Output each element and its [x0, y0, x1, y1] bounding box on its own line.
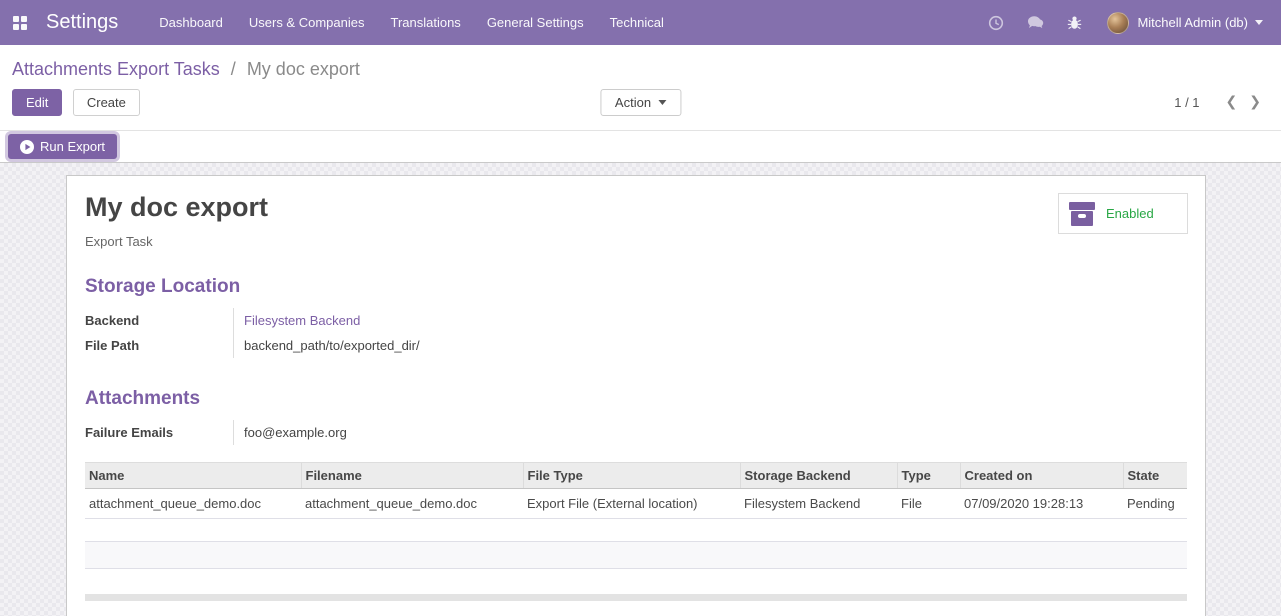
field-value-backend-link[interactable]: Filesystem Backend	[233, 308, 1187, 334]
col-header-type[interactable]: Type	[896, 462, 960, 490]
apps-menu-button[interactable]	[0, 0, 40, 45]
control-panel: Attachments Export Tasks / My doc export…	[0, 45, 1281, 130]
pager-previous-button[interactable]: ❮	[1220, 94, 1244, 110]
section-heading-storage-location: Storage Location	[85, 276, 241, 298]
activity-clock-icon[interactable]	[977, 0, 1015, 45]
field-label-failure-emails: Failure Emails	[85, 425, 174, 441]
breadcrumb-current: My doc export	[246, 59, 360, 79]
main-menu: Dashboard Users & Companies Translations…	[146, 0, 677, 45]
user-name: Mitchell Admin (db)	[1137, 15, 1248, 30]
apps-grid-icon	[13, 15, 27, 30]
field-row-file-path: File Path backend_path/to/exported_dir/	[85, 333, 1187, 359]
play-circle-icon	[20, 139, 34, 154]
cell-state: Pending	[1123, 488, 1187, 520]
caret-down-icon	[1255, 20, 1263, 25]
table-row[interactable]: attachment_queue_demo.doc attachment_que…	[85, 488, 1187, 520]
empty-row	[85, 569, 1187, 594]
pager-value: 1 / 1	[1174, 94, 1200, 110]
cell-filename: attachment_queue_demo.doc	[301, 488, 523, 520]
enabled-stat-button[interactable]: Enabled	[1058, 193, 1188, 234]
enabled-stat-label: Enabled	[1106, 206, 1154, 221]
edit-button[interactable]: Edit	[12, 89, 63, 116]
attachments-group: Failure Emails foo@example.org	[85, 420, 1187, 446]
menu-item-general-settings[interactable]: General Settings	[474, 0, 597, 45]
attachments-list: Name Filename File Type Storage Backend …	[85, 462, 1187, 594]
cell-storage-backend: Filesystem Backend	[740, 488, 897, 520]
field-row-backend: Backend Filesystem Backend	[85, 308, 1187, 334]
col-header-filename[interactable]: Filename	[300, 462, 523, 490]
run-export-label: Run Export	[40, 139, 106, 154]
col-header-file-type[interactable]: File Type	[522, 462, 740, 490]
menu-item-dashboard[interactable]: Dashboard	[146, 0, 236, 45]
user-avatar	[1107, 11, 1130, 34]
col-header-created-on[interactable]: Created on	[959, 462, 1123, 490]
app-name[interactable]: Settings	[46, 11, 118, 34]
cell-name: attachment_queue_demo.doc	[85, 488, 301, 520]
form-view-background: My doc export Export Task Enabled Storag…	[0, 163, 1281, 616]
field-value-failure-emails: foo@example.org	[233, 420, 1187, 446]
col-header-storage-backend[interactable]: Storage Backend	[739, 462, 897, 490]
breadcrumb-parent-link[interactable]: Attachments Export Tasks	[12, 59, 220, 79]
caret-down-icon	[658, 100, 667, 105]
col-header-name[interactable]: Name	[85, 462, 301, 490]
create-button[interactable]: Create	[72, 89, 140, 116]
col-header-state[interactable]: State	[1122, 462, 1187, 490]
list-footer-bar	[85, 593, 1187, 601]
field-value-file-path: backend_path/to/exported_dir/	[233, 333, 1187, 359]
field-label-file-path: File Path	[85, 338, 140, 354]
empty-row	[85, 518, 1187, 543]
cell-created-on: 07/09/2020 19:28:13	[960, 488, 1123, 520]
messages-chat-icon[interactable]	[1015, 0, 1056, 45]
user-menu[interactable]: Mitchell Admin (db)	[1093, 0, 1271, 45]
archive-box-icon	[1069, 201, 1095, 226]
debug-bug-icon[interactable]	[1056, 0, 1093, 45]
storage-location-group: Backend Filesystem Backend File Path bac…	[85, 308, 1187, 359]
menu-item-translations[interactable]: Translations	[377, 0, 473, 45]
empty-row	[85, 541, 1187, 570]
navbar-right: Mitchell Admin (db)	[977, 0, 1271, 45]
action-dropdown-label: Action	[614, 95, 652, 110]
cell-type: File	[897, 488, 960, 520]
breadcrumb: Attachments Export Tasks / My doc export	[12, 58, 1269, 80]
control-panel-buttons: Edit Create Action 1 / 1 ❮ ❯	[12, 89, 1269, 119]
action-dropdown-button[interactable]: Action	[599, 89, 682, 116]
pager-next-button[interactable]: ❯	[1243, 94, 1267, 110]
field-row-failure-emails: Failure Emails foo@example.org	[85, 420, 1187, 446]
top-navbar: Settings Dashboard Users & Companies Tra…	[0, 0, 1281, 45]
run-export-button[interactable]: Run Export	[8, 134, 118, 159]
list-header-row: Name Filename File Type Storage Backend …	[85, 462, 1187, 490]
form-statusbar: Run Export	[0, 130, 1281, 163]
pager: 1 / 1 ❮ ❯	[1174, 94, 1267, 110]
record-subtitle: Export Task	[85, 234, 153, 250]
section-heading-attachments: Attachments	[85, 388, 201, 410]
form-sheet: My doc export Export Task Enabled Storag…	[66, 175, 1206, 616]
cell-file-type: Export File (External location)	[523, 488, 740, 520]
record-title: My doc export	[85, 192, 269, 222]
menu-item-technical[interactable]: Technical	[597, 0, 677, 45]
field-label-backend: Backend	[85, 313, 140, 329]
menu-item-users-companies[interactable]: Users & Companies	[236, 0, 378, 45]
breadcrumb-separator: /	[230, 59, 236, 79]
